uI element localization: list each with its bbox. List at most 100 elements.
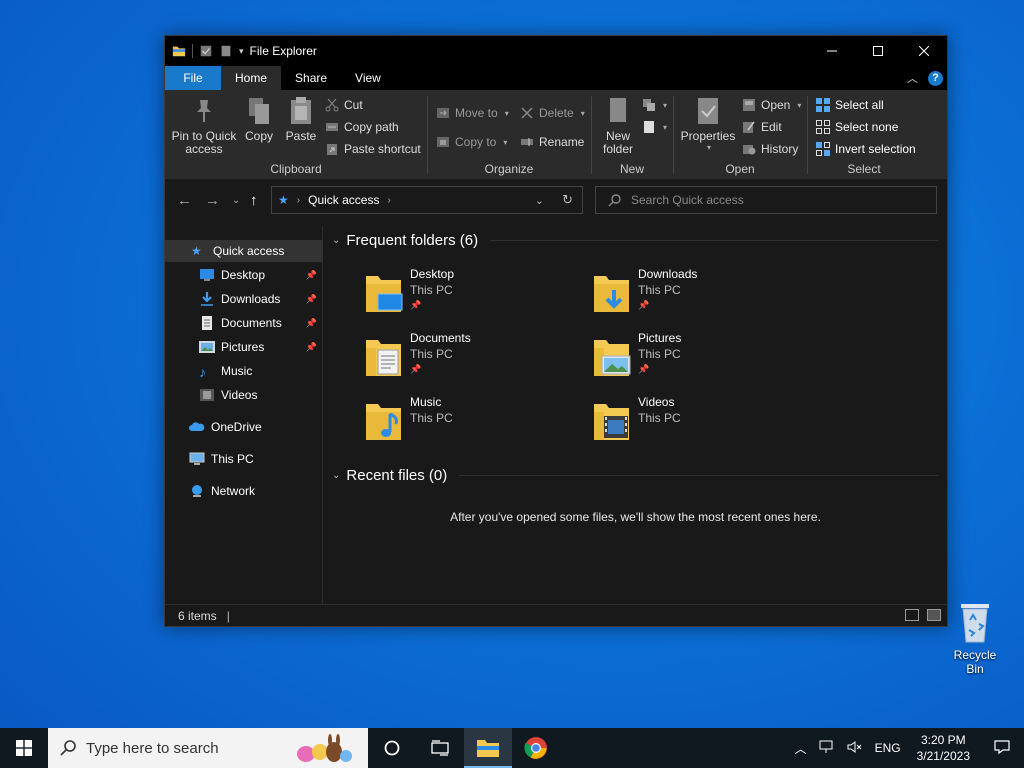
nav-item-pictures[interactable]: Pictures 📌 [165, 336, 323, 358]
delete-x-icon [520, 106, 534, 120]
recent-files-header[interactable]: ⌄ Recent files (0) [332, 467, 938, 484]
cut-button[interactable]: Cut [325, 98, 363, 112]
folder-name: Downloads [638, 267, 698, 281]
folder-tile-music[interactable]: Music This PC [364, 394, 564, 450]
folder-tile-pictures[interactable]: Pictures This PC 📌 [592, 330, 792, 386]
select-none-button[interactable]: Select none [816, 120, 898, 134]
nav-item-network[interactable]: Network [165, 480, 323, 502]
new-folder-quick-icon[interactable] [219, 44, 233, 58]
volume-muted-icon[interactable] [841, 740, 869, 757]
pin-to-quick-access-button[interactable]: Pin to Quick access [171, 96, 237, 156]
copy-button[interactable]: Copy [239, 96, 279, 143]
cut-label: Cut [344, 98, 363, 112]
nav-label: Music [221, 364, 253, 378]
computer-icon [189, 452, 205, 466]
help-button[interactable]: ? [928, 70, 943, 86]
large-icons-view-icon[interactable] [927, 609, 941, 621]
nav-item-videos[interactable]: Videos [165, 384, 323, 406]
up-arrow-icon[interactable]: ↑ [250, 192, 258, 209]
task-view-button[interactable] [416, 728, 464, 768]
close-button[interactable] [901, 36, 947, 66]
address-history-chevron-icon[interactable]: ⌄ [535, 194, 544, 207]
folder-tile-documents[interactable]: Documents This PC 📌 [364, 330, 564, 386]
network-icon[interactable] [813, 740, 841, 757]
open-label: Open [761, 98, 791, 112]
taskbar: Type here to search ︿ ENG 3:20 PM 3/21/2… [0, 728, 1024, 768]
delete-button[interactable]: Delete ▾ [520, 106, 585, 120]
recent-locations-chevron-icon[interactable]: ⌄ [232, 195, 240, 206]
taskbar-search-box[interactable]: Type here to search [48, 728, 368, 768]
organize-group: Move to ▾ Copy to ▾ Delete ▾ Rename Orga… [428, 90, 590, 180]
nav-item-documents[interactable]: Documents 📌 [165, 312, 323, 334]
move-to-button[interactable]: Move to ▾ [436, 106, 509, 120]
collapse-chevron-icon: ⌄ [332, 235, 341, 246]
copy-path-button[interactable]: Copy path [325, 120, 399, 134]
tab-share[interactable]: Share [281, 66, 341, 90]
clock[interactable]: 3:20 PM 3/21/2023 [907, 732, 980, 764]
frequent-folders-header[interactable]: ⌄ Frequent folders (6) [332, 232, 938, 249]
taskbar-chrome[interactable] [512, 728, 560, 768]
taskbar-file-explorer[interactable] [464, 728, 512, 768]
address-bar[interactable]: ★ › Quick access › ⌄ ↻ [271, 186, 583, 214]
details-view-icon[interactable] [905, 609, 919, 621]
cortana-circle-icon [384, 740, 400, 756]
nav-item-downloads[interactable]: Downloads 📌 [165, 288, 323, 310]
rename-button[interactable]: Rename [520, 135, 584, 149]
tab-home[interactable]: Home [221, 66, 282, 90]
invert-selection-button[interactable]: Invert selection [816, 142, 916, 156]
cortana-button[interactable] [368, 728, 416, 768]
customize-toolbar-chevron-icon[interactable]: ▾ [239, 46, 244, 57]
title-bar[interactable]: ▾ File Explorer [165, 36, 947, 66]
nav-item-this-pc[interactable]: This PC [165, 448, 323, 470]
properties-button[interactable]: Properties ▾ [678, 96, 738, 154]
copy-to-button[interactable]: Copy to ▾ [436, 135, 507, 149]
folder-tile-desktop[interactable]: Desktop This PC 📌 [364, 266, 564, 322]
collapse-ribbon-chevron-icon[interactable]: ︿ [907, 70, 918, 86]
paste-shortcut-button[interactable]: Paste shortcut [325, 142, 421, 156]
properties-quick-icon[interactable] [199, 44, 213, 58]
folder-tile-downloads[interactable]: Downloads This PC 📌 [592, 266, 792, 322]
status-bar: 6 items | [165, 604, 947, 626]
folder-name: Documents [410, 331, 471, 345]
close-icon [919, 46, 929, 56]
back-arrow-icon[interactable]: ← [177, 192, 192, 209]
nav-item-quick-access[interactable]: ★ Quick access [165, 240, 323, 262]
search-box[interactable]: Search Quick access [595, 186, 937, 214]
content-pane: ⌄ Frequent folders (6) Desktop This PC 📌… [324, 226, 947, 604]
paste-shortcut-label: Paste shortcut [344, 142, 421, 156]
ribbon-right-controls: ︿ ? [907, 70, 943, 86]
history-button[interactable]: History [742, 142, 798, 156]
action-center-button[interactable] [980, 739, 1024, 758]
show-hidden-icons-chevron-icon[interactable]: ︿ [789, 740, 813, 757]
window-controls [809, 36, 947, 66]
refresh-icon[interactable]: ↻ [562, 192, 573, 208]
select-all-button[interactable]: Select all [816, 98, 884, 112]
open-button[interactable]: Open ▾ [742, 98, 801, 112]
maximize-button[interactable] [855, 36, 901, 66]
tab-file[interactable]: File [165, 66, 221, 90]
nav-item-music[interactable]: ♪ Music [165, 360, 323, 382]
invert-selection-icon [816, 142, 830, 156]
start-button[interactable] [0, 728, 48, 768]
properties-icon [695, 96, 721, 126]
paste-button[interactable]: Paste [281, 96, 321, 143]
new-folder-button[interactable]: New folder [596, 96, 640, 156]
open-chevron-icon: ▾ [797, 100, 802, 110]
easy-access-button[interactable]: ▾ [642, 120, 667, 134]
edit-button[interactable]: Edit [742, 120, 782, 134]
pin-icon [191, 96, 217, 126]
new-item-button[interactable]: ▾ [642, 98, 667, 112]
nav-item-onedrive[interactable]: OneDrive [165, 416, 323, 438]
minimize-button[interactable] [809, 36, 855, 66]
nav-item-desktop[interactable]: Desktop 📌 [165, 264, 323, 286]
music-folder-icon [364, 398, 404, 446]
recycle-bin-desktop-icon[interactable]: Recycle Bin [944, 600, 1006, 676]
edit-icon [742, 120, 756, 134]
new-folder-label: New folder [602, 129, 634, 156]
folder-tile-videos[interactable]: Videos This PC [592, 394, 792, 450]
breadcrumb-quick-access[interactable]: Quick access [308, 193, 379, 207]
file-explorer-icon [477, 740, 499, 757]
language-indicator[interactable]: ENG [869, 741, 907, 755]
forward-arrow-icon[interactable]: → [205, 192, 220, 209]
tab-view[interactable]: View [341, 66, 395, 90]
